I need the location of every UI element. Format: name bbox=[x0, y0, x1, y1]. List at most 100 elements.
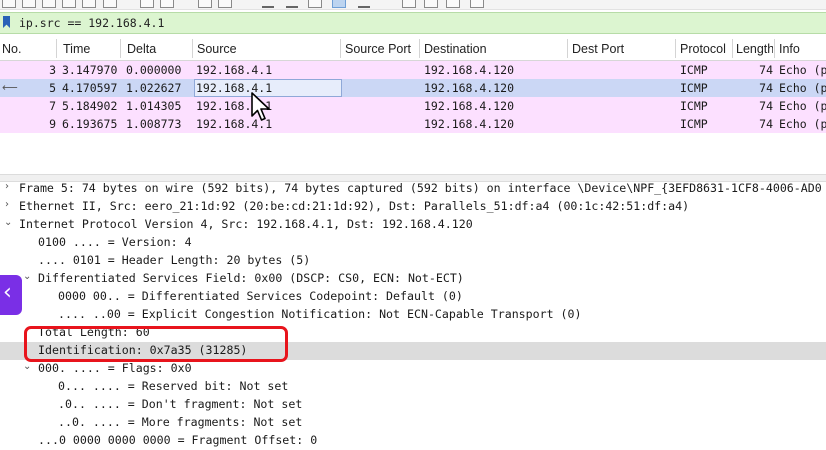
bookmark-icon[interactable] bbox=[3, 16, 10, 28]
toolbar-button[interactable] bbox=[42, 0, 56, 8]
chevron-down-icon[interactable]: ⌄ bbox=[23, 361, 31, 372]
tree-item-label: .... 0101 = Header Length: 20 bytes (5) bbox=[38, 253, 311, 267]
column-header-no[interactable]: No. bbox=[2, 42, 21, 56]
packet-row[interactable]: 7 5.184902 1.014305 192.168.4.1 192.168.… bbox=[0, 97, 826, 115]
tree-item-flags[interactable]: ⌄ 000. .... = Flags: 0x0 bbox=[0, 360, 826, 378]
go-first-icon[interactable] bbox=[262, 2, 274, 8]
tree-item-label: Ethernet II, Src: eero_21:1d:92 (20:be:c… bbox=[19, 199, 690, 213]
cell-length: 74 bbox=[759, 81, 773, 95]
annotation-highlight-box bbox=[24, 326, 288, 362]
tree-item-dscp[interactable]: 0000 00.. = Differentiated Services Code… bbox=[0, 288, 826, 306]
tree-item-reserved-bit[interactable]: 0... .... = Reserved bit: Not set bbox=[0, 378, 826, 396]
toolbar-button[interactable] bbox=[2, 0, 16, 8]
tree-item-dsfield[interactable]: ⌄ Differentiated Services Field: 0x00 (D… bbox=[0, 270, 826, 288]
related-packet-arrow-icon: ⟵ bbox=[2, 81, 18, 94]
chevron-down-icon[interactable]: ⌄ bbox=[23, 271, 31, 282]
column-header-destination[interactable]: Destination bbox=[424, 42, 487, 56]
toolbar-button[interactable] bbox=[140, 0, 154, 8]
cell-info: Echo (p bbox=[779, 99, 826, 113]
cell-no: 3 bbox=[49, 63, 56, 77]
tree-item-label: 0... .... = Reserved bit: Not set bbox=[58, 379, 289, 393]
mouse-cursor-icon bbox=[251, 92, 270, 121]
chevron-right-icon[interactable]: › bbox=[5, 199, 9, 210]
cell-time: 3.147970 bbox=[62, 63, 118, 77]
tree-item-ethernet[interactable]: › Ethernet II, Src: eero_21:1d:92 (20:be… bbox=[0, 198, 826, 216]
zoom-in-icon[interactable] bbox=[402, 0, 416, 8]
cell-protocol: ICMP bbox=[680, 99, 708, 113]
cell-time: 4.170597 bbox=[62, 81, 118, 95]
toolbar-button[interactable] bbox=[103, 0, 117, 8]
tree-item-header-length[interactable]: .... 0101 = Header Length: 20 bytes (5) bbox=[0, 252, 826, 270]
tree-item-more-fragments[interactable]: ..0. .... = More fragments: Not set bbox=[0, 414, 826, 432]
cell-delta: 1.014305 bbox=[126, 99, 182, 113]
toolbar-button[interactable] bbox=[82, 0, 96, 8]
cell-destination: 192.168.4.120 bbox=[424, 99, 515, 113]
autoscroll-icon[interactable] bbox=[332, 0, 346, 8]
cell-info: Echo (p bbox=[779, 117, 826, 131]
cell-length: 74 bbox=[759, 63, 773, 77]
tree-item-ipv4[interactable]: ⌄ Internet Protocol Version 4, Src: 192.… bbox=[0, 216, 826, 234]
tree-item-frame[interactable]: › Frame 5: 74 bytes on wire (592 bits), … bbox=[0, 180, 826, 198]
cell-delta: 1.008773 bbox=[126, 117, 182, 131]
cell-protocol: ICMP bbox=[680, 81, 708, 95]
cell-no: 7 bbox=[49, 99, 56, 113]
chevron-down-icon[interactable]: ⌄ bbox=[4, 217, 12, 228]
toolbar-button[interactable] bbox=[160, 0, 174, 8]
cell-time: 6.193675 bbox=[62, 117, 118, 131]
zoom-normal-icon[interactable] bbox=[446, 0, 460, 8]
packet-details-tree: › Frame 5: 74 bytes on wire (592 bits), … bbox=[0, 180, 826, 447]
tree-item-version[interactable]: 0100 .... = Version: 4 bbox=[0, 234, 826, 252]
toolbar-button[interactable] bbox=[218, 0, 232, 8]
main-toolbar bbox=[0, 0, 826, 10]
toolbar-button[interactable] bbox=[198, 0, 212, 8]
display-filter-bar[interactable]: ip.src == 192.168.4.1 bbox=[0, 12, 826, 34]
chevron-right-icon[interactable]: › bbox=[5, 181, 9, 192]
toolbar-button[interactable] bbox=[308, 0, 322, 8]
chevron-left-icon: ‹ bbox=[3, 280, 12, 305]
display-filter-input[interactable]: ip.src == 192.168.4.1 bbox=[19, 16, 164, 30]
tree-item-ecn[interactable]: .... ..00 = Explicit Congestion Notifica… bbox=[0, 306, 826, 324]
cell-no: 5 bbox=[49, 81, 56, 95]
cell-delta: 0.000000 bbox=[126, 63, 182, 77]
zoom-out-icon[interactable] bbox=[424, 0, 438, 8]
packet-row[interactable]: 3 3.147970 0.000000 192.168.4.1 192.168.… bbox=[0, 61, 826, 79]
tree-item-label: Frame 5: 74 bytes on wire (592 bits), 74… bbox=[19, 181, 822, 195]
toolbar-button[interactable] bbox=[22, 0, 36, 8]
cell-info: Echo (p bbox=[779, 63, 826, 77]
tree-item-label: .... ..00 = Explicit Congestion Notifica… bbox=[58, 307, 582, 321]
cell-protocol: ICMP bbox=[680, 117, 708, 131]
column-header-length[interactable]: Length bbox=[736, 42, 773, 56]
toolbar-button[interactable] bbox=[62, 0, 76, 8]
cell-length: 74 bbox=[759, 99, 773, 113]
packet-row[interactable]: 9 6.193675 1.008773 192.168.4.1 192.168.… bbox=[0, 115, 826, 133]
column-header-delta[interactable]: Delta bbox=[127, 42, 156, 56]
cell-destination: 192.168.4.120 bbox=[424, 117, 515, 131]
tree-item-fragment-offset[interactable]: ...0 0000 0000 0000 = Fragment Offset: 0 bbox=[0, 432, 826, 450]
tree-item-dont-fragment[interactable]: .0.. .... = Don't fragment: Not set bbox=[0, 396, 826, 414]
tree-item-label: ...0 0000 0000 0000 = Fragment Offset: 0 bbox=[38, 433, 318, 447]
tree-item-label: 0000 00.. = Differentiated Services Code… bbox=[58, 289, 463, 303]
cell-destination: 192.168.4.120 bbox=[424, 63, 515, 77]
cell-no: 9 bbox=[49, 117, 56, 131]
column-header-source[interactable]: Source bbox=[197, 42, 237, 56]
column-header-info[interactable]: Info bbox=[779, 42, 800, 56]
go-last-icon[interactable] bbox=[286, 2, 298, 8]
cell-info: Echo (p bbox=[779, 81, 826, 95]
column-header-dest-port[interactable]: Dest Port bbox=[572, 42, 624, 56]
cell-destination: 192.168.4.120 bbox=[424, 81, 515, 95]
column-header-time[interactable]: Time bbox=[63, 42, 90, 56]
packet-list-header: No. Time Delta Source Source Port Destin… bbox=[0, 37, 826, 61]
column-header-source-port[interactable]: Source Port bbox=[345, 42, 411, 56]
colorize-icon[interactable] bbox=[358, 2, 370, 8]
tree-item-label: 000. .... = Flags: 0x0 bbox=[38, 361, 192, 375]
packet-row-selected[interactable]: ⟵ 5 4.170597 1.022627 192.168.4.1 192.16… bbox=[0, 79, 826, 97]
cell-length: 74 bbox=[759, 117, 773, 131]
cell-source: 192.168.4.1 bbox=[196, 63, 273, 77]
cell-protocol: ICMP bbox=[680, 63, 708, 77]
tree-item-label: Internet Protocol Version 4, Src: 192.16… bbox=[19, 217, 473, 231]
tree-item-label: ..0. .... = More fragments: Not set bbox=[58, 415, 303, 429]
side-panel-toggle[interactable]: ‹ bbox=[0, 275, 22, 315]
column-header-protocol[interactable]: Protocol bbox=[680, 42, 726, 56]
resize-columns-icon[interactable] bbox=[470, 0, 484, 8]
tree-item-label: Differentiated Services Field: 0x00 (DSC… bbox=[38, 271, 464, 285]
